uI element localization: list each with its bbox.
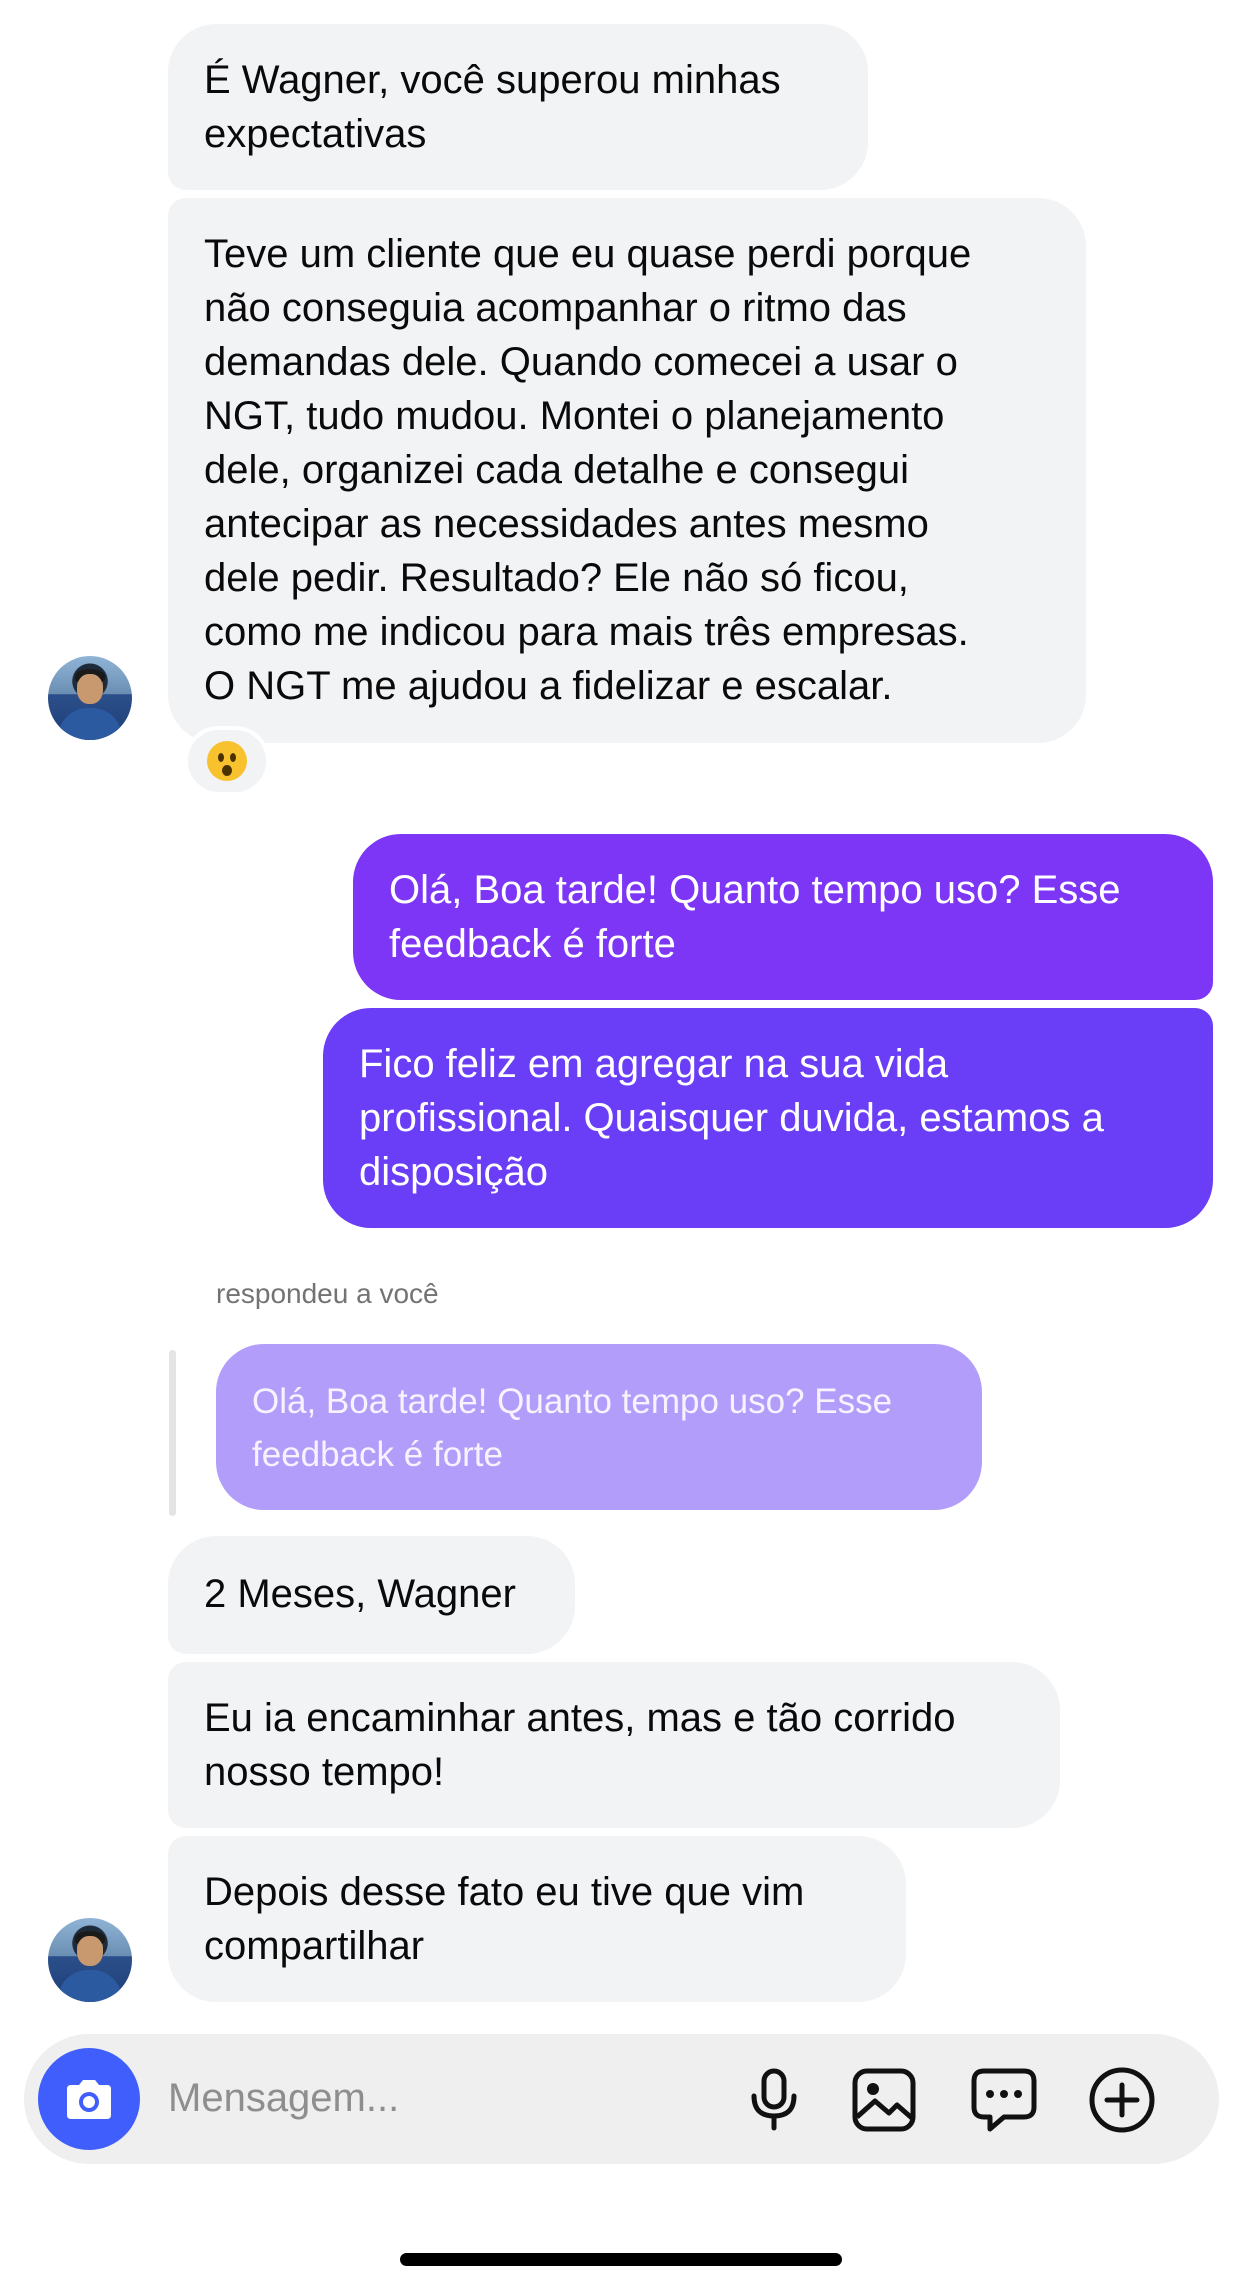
reaction-badge[interactable] bbox=[184, 726, 270, 796]
message-bubble-outgoing[interactable]: Fico feliz em agregar na sua vida profis… bbox=[323, 1008, 1213, 1228]
avatar[interactable] bbox=[48, 656, 132, 740]
surprised-emoji-icon bbox=[207, 741, 247, 781]
message-bubble-incoming[interactable]: É Wagner, você superou minhas expectativ… bbox=[168, 24, 868, 190]
avatar[interactable] bbox=[48, 1918, 132, 2002]
add-button[interactable] bbox=[1086, 2064, 1158, 2136]
microphone-icon bbox=[751, 2068, 797, 2131]
camera-button[interactable] bbox=[38, 2048, 140, 2150]
message-composer: Mensagem... bbox=[24, 2034, 1219, 2164]
quoted-message[interactable]: Olá, Boa tarde! Quanto tempo uso? Esse f… bbox=[216, 1344, 982, 1510]
message-bubble-incoming[interactable]: 2 Meses, Wagner bbox=[168, 1536, 575, 1654]
sticker-button[interactable] bbox=[968, 2064, 1040, 2136]
plus-circle-icon bbox=[1089, 2067, 1155, 2133]
reply-indicator-bar bbox=[169, 1350, 176, 1516]
microphone-button[interactable] bbox=[738, 2064, 810, 2136]
reply-context-label: respondeu a você bbox=[216, 1278, 439, 1309]
camera-icon bbox=[67, 2080, 111, 2119]
message-bubble-incoming[interactable]: Depois desse fato eu tive que vim compar… bbox=[168, 1836, 906, 2002]
message-bubble-outgoing[interactable]: Olá, Boa tarde! Quanto tempo uso? Esse f… bbox=[353, 834, 1213, 1000]
message-bubble-incoming[interactable]: Teve um cliente que eu quase perdi porqu… bbox=[168, 198, 1086, 743]
message-input[interactable]: Mensagem... bbox=[168, 2070, 399, 2126]
home-indicator[interactable] bbox=[400, 2253, 842, 2266]
gallery-button[interactable] bbox=[848, 2064, 920, 2136]
gallery-icon bbox=[852, 2068, 916, 2132]
sticker-chat-icon bbox=[971, 2068, 1037, 2132]
message-bubble-incoming[interactable]: Eu ia encaminhar antes, mas e tão corrid… bbox=[168, 1662, 1060, 1828]
